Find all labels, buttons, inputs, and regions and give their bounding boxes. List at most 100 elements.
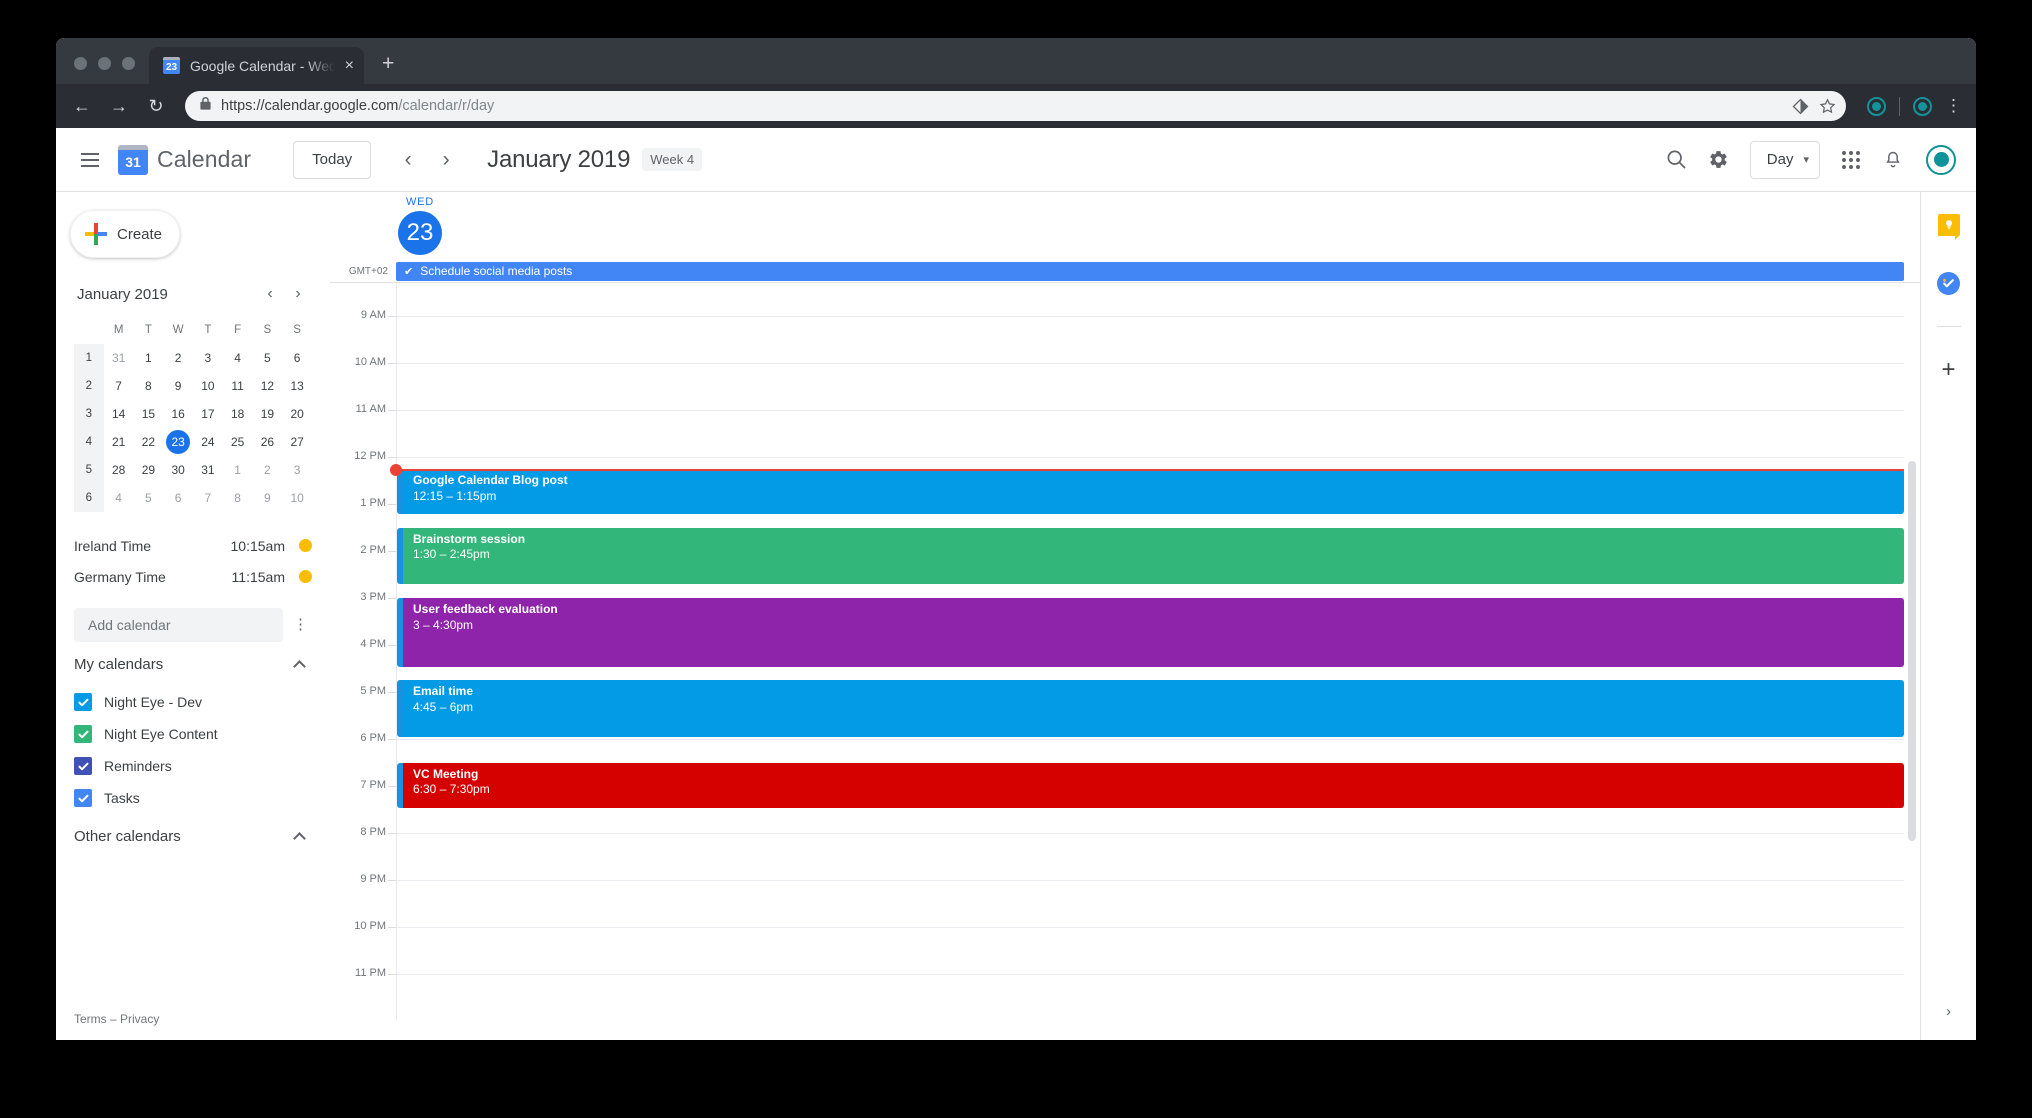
bookmark-star-icon[interactable] [1819,97,1836,115]
previous-day-icon[interactable]: ‹ [389,141,427,179]
calendar-list-item[interactable]: Reminders [74,750,312,782]
window-minimize-button[interactable] [98,57,111,70]
calendar-event[interactable]: Brainstorm session 1:30 – 2:45pm [397,527,1904,585]
mini-calendar-day[interactable]: 6 [163,484,193,512]
new-tab-icon[interactable]: + [382,53,394,74]
mini-week-number[interactable]: 6 [74,484,104,512]
mini-calendar-day[interactable]: 12 [253,372,283,400]
vertical-scrollbar[interactable] [1908,461,1916,841]
close-tab-icon[interactable]: × [345,57,354,74]
hour-cell[interactable] [396,363,1904,410]
mini-calendar-day[interactable]: 21 [104,428,134,456]
mini-week-number[interactable]: 2 [74,372,104,400]
mini-calendar-day[interactable]: 31 [104,344,134,372]
hour-cell[interactable] [396,283,1904,316]
back-icon[interactable]: ← [66,90,98,122]
mini-calendar-day[interactable]: 27 [282,428,312,456]
mini-calendar-day[interactable]: 2 [253,456,283,484]
mini-calendar-day[interactable]: 6 [282,344,312,372]
browser-menu-icon[interactable]: ⋮ [1945,97,1962,115]
calendar-event[interactable]: Email time 4:45 – 6pm [397,680,1904,737]
mini-week-number[interactable]: 1 [74,344,104,372]
hour-row[interactable]: 10 AM [330,356,1920,410]
address-bar[interactable]: https://calendar.google.com/calendar/r/d… [185,91,1846,121]
mini-calendar-day[interactable]: 20 [282,400,312,428]
calendar-checkbox[interactable] [74,789,92,807]
forward-icon[interactable]: → [103,90,135,122]
mini-calendar-day[interactable]: 3 [282,456,312,484]
mini-calendar-day[interactable]: 18 [223,400,253,428]
mini-calendar-day[interactable]: 14 [104,400,134,428]
mini-calendar-day[interactable]: 4 [104,484,134,512]
my-calendars-header[interactable]: My calendars [74,642,312,686]
hour-row[interactable]: 9 PM [330,873,1920,927]
hour-row[interactable]: 8 AM [330,283,1920,316]
mini-calendar-day[interactable]: 1 [223,456,253,484]
mini-week-number[interactable]: 5 [74,456,104,484]
mini-calendar-day[interactable]: 7 [104,372,134,400]
create-event-button[interactable]: Create [70,210,180,258]
mini-calendar-day[interactable]: 26 [253,428,283,456]
mini-calendar-day[interactable]: 10 [193,372,223,400]
mini-calendar-day[interactable]: 28 [104,456,134,484]
add-addon-icon[interactable]: + [1934,355,1964,385]
mini-calendar-day[interactable]: 17 [193,400,223,428]
night-eye-toggle-icon[interactable] [1792,98,1809,115]
calendar-checkbox[interactable] [74,693,92,711]
mini-calendar-day[interactable]: 3 [193,344,223,372]
mini-calendar-day[interactable]: 16 [163,400,193,428]
night-eye-extension-icon-2[interactable] [1913,96,1932,116]
mini-calendar-day[interactable]: 9 [253,484,283,512]
notifications-bell-icon[interactable] [1872,139,1914,181]
hour-cell[interactable] [396,880,1904,927]
mini-calendar-day[interactable]: 29 [134,456,164,484]
hour-row[interactable]: 9 AM [330,309,1920,363]
expand-panel-icon[interactable]: › [1934,996,1964,1026]
mini-calendar-day[interactable]: 22 [134,428,164,456]
calendar-event[interactable]: VC Meeting 6:30 – 7:30pm [397,762,1904,808]
calendar-event[interactable]: User feedback evaluation 3 – 4:30pm [397,598,1904,667]
mini-calendar-day[interactable]: 1 [134,344,164,372]
hour-cell[interactable] [396,316,1904,363]
mini-calendar-day[interactable]: 24 [193,428,223,456]
browser-tab[interactable]: 23 Google Calendar - Wednesday, × [149,47,364,84]
calendar-list-item[interactable]: Night Eye Content [74,718,312,750]
mini-calendar-prev-icon[interactable]: ‹ [256,280,284,308]
calendar-list-item[interactable]: Night Eye - Dev [74,686,312,718]
hour-row[interactable]: 11 PM [330,967,1920,1021]
mini-calendar-day[interactable]: 30 [163,456,193,484]
search-icon[interactable] [1656,139,1698,181]
night-eye-extension-icon[interactable] [1867,96,1886,116]
settings-gear-icon[interactable] [1698,139,1740,181]
calendar-checkbox[interactable] [74,757,92,775]
calendar-list-item[interactable]: Tasks [74,782,312,814]
hour-cell[interactable] [396,410,1904,457]
window-close-button[interactable] [74,57,87,70]
reload-icon[interactable]: ↻ [140,90,172,122]
mini-calendar-day[interactable]: 31 [193,456,223,484]
hour-row[interactable]: 8 PM [330,826,1920,880]
mini-calendar-day[interactable]: 5 [253,344,283,372]
mini-calendar-day[interactable]: 7 [193,484,223,512]
day-grid-scroll[interactable]: 8 AM9 AM 10 AM 11 AM 12 PM 1 PM 2 PM 3 PM 4 PM 5… [330,282,1920,1040]
mini-week-number[interactable]: 4 [74,428,104,456]
mini-calendar-day[interactable]: 23 [163,428,193,456]
mini-calendar-day[interactable]: 4 [223,344,253,372]
all-day-event[interactable]: ✔ Schedule social media posts [396,261,1904,281]
terms-privacy-link[interactable]: Terms – Privacy [56,1012,330,1040]
hour-row[interactable]: 10 PM [330,920,1920,974]
hour-cell[interactable] [396,833,1904,880]
next-day-icon[interactable]: › [427,141,465,179]
mini-week-number[interactable]: 3 [74,400,104,428]
mini-calendar-day[interactable]: 11 [223,372,253,400]
mini-calendar-day[interactable]: 15 [134,400,164,428]
add-calendar-options-icon[interactable]: ⋮ [289,610,312,640]
mini-calendar-day[interactable]: 13 [282,372,312,400]
window-maximize-button[interactable] [122,57,135,70]
google-apps-icon[interactable] [1830,139,1872,181]
hour-row[interactable]: 11 AM [330,403,1920,457]
mini-calendar-day[interactable]: 19 [253,400,283,428]
add-calendar-input[interactable] [74,608,283,642]
mini-calendar-next-icon[interactable]: › [284,280,312,308]
mini-calendar-day[interactable]: 9 [163,372,193,400]
